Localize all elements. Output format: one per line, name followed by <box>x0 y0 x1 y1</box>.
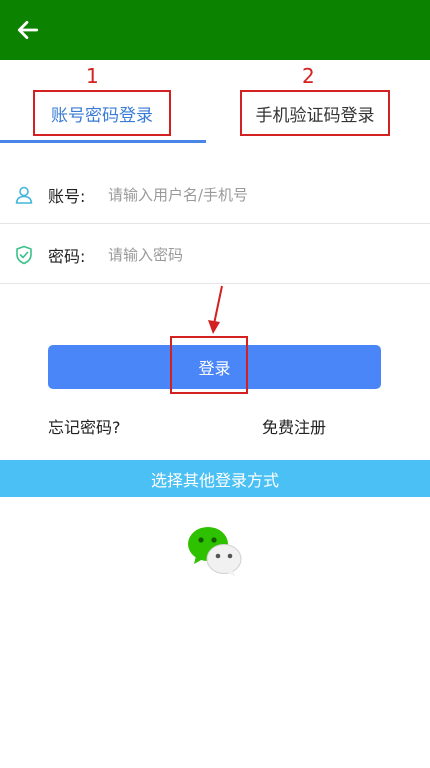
wechat-login-button[interactable] <box>186 522 244 580</box>
password-label: 密码: <box>48 246 86 266</box>
tab-label: 手机验证码登录 <box>255 105 375 126</box>
annotation-arrow <box>208 285 223 334</box>
password-row: 密码: <box>0 226 430 284</box>
user-icon <box>14 185 34 205</box>
wechat-icon <box>188 527 242 577</box>
account-input[interactable] <box>108 185 388 204</box>
tab-phone-code-login[interactable]: 手机验证码登录 <box>240 90 390 136</box>
shield-check-icon <box>14 245 34 265</box>
password-input[interactable] <box>108 245 388 264</box>
login-page: 1 2 账号密码登录 手机验证码登录 账号: 密码: <box>0 0 430 768</box>
top-app-bar <box>0 0 430 60</box>
arrow-left-icon <box>17 21 39 39</box>
forgot-password-link[interactable]: 忘记密码? <box>48 414 121 438</box>
annotation-number-2: 2 <box>302 64 315 88</box>
tab-account-password-login[interactable]: 账号密码登录 <box>33 90 171 136</box>
back-button[interactable] <box>10 12 46 48</box>
annotation-number-1: 1 <box>86 64 99 88</box>
other-login-label: 选择其他登录方式 <box>150 470 279 490</box>
register-link[interactable]: 免费注册 <box>262 414 326 438</box>
account-row: 账号: <box>0 166 430 224</box>
tab-label: 账号密码登录 <box>51 105 153 126</box>
annotation-highlight-box <box>170 336 248 394</box>
active-tab-indicator <box>0 140 206 143</box>
account-label: 账号: <box>48 186 86 206</box>
other-login-methods-bar: 选择其他登录方式 <box>0 460 430 497</box>
